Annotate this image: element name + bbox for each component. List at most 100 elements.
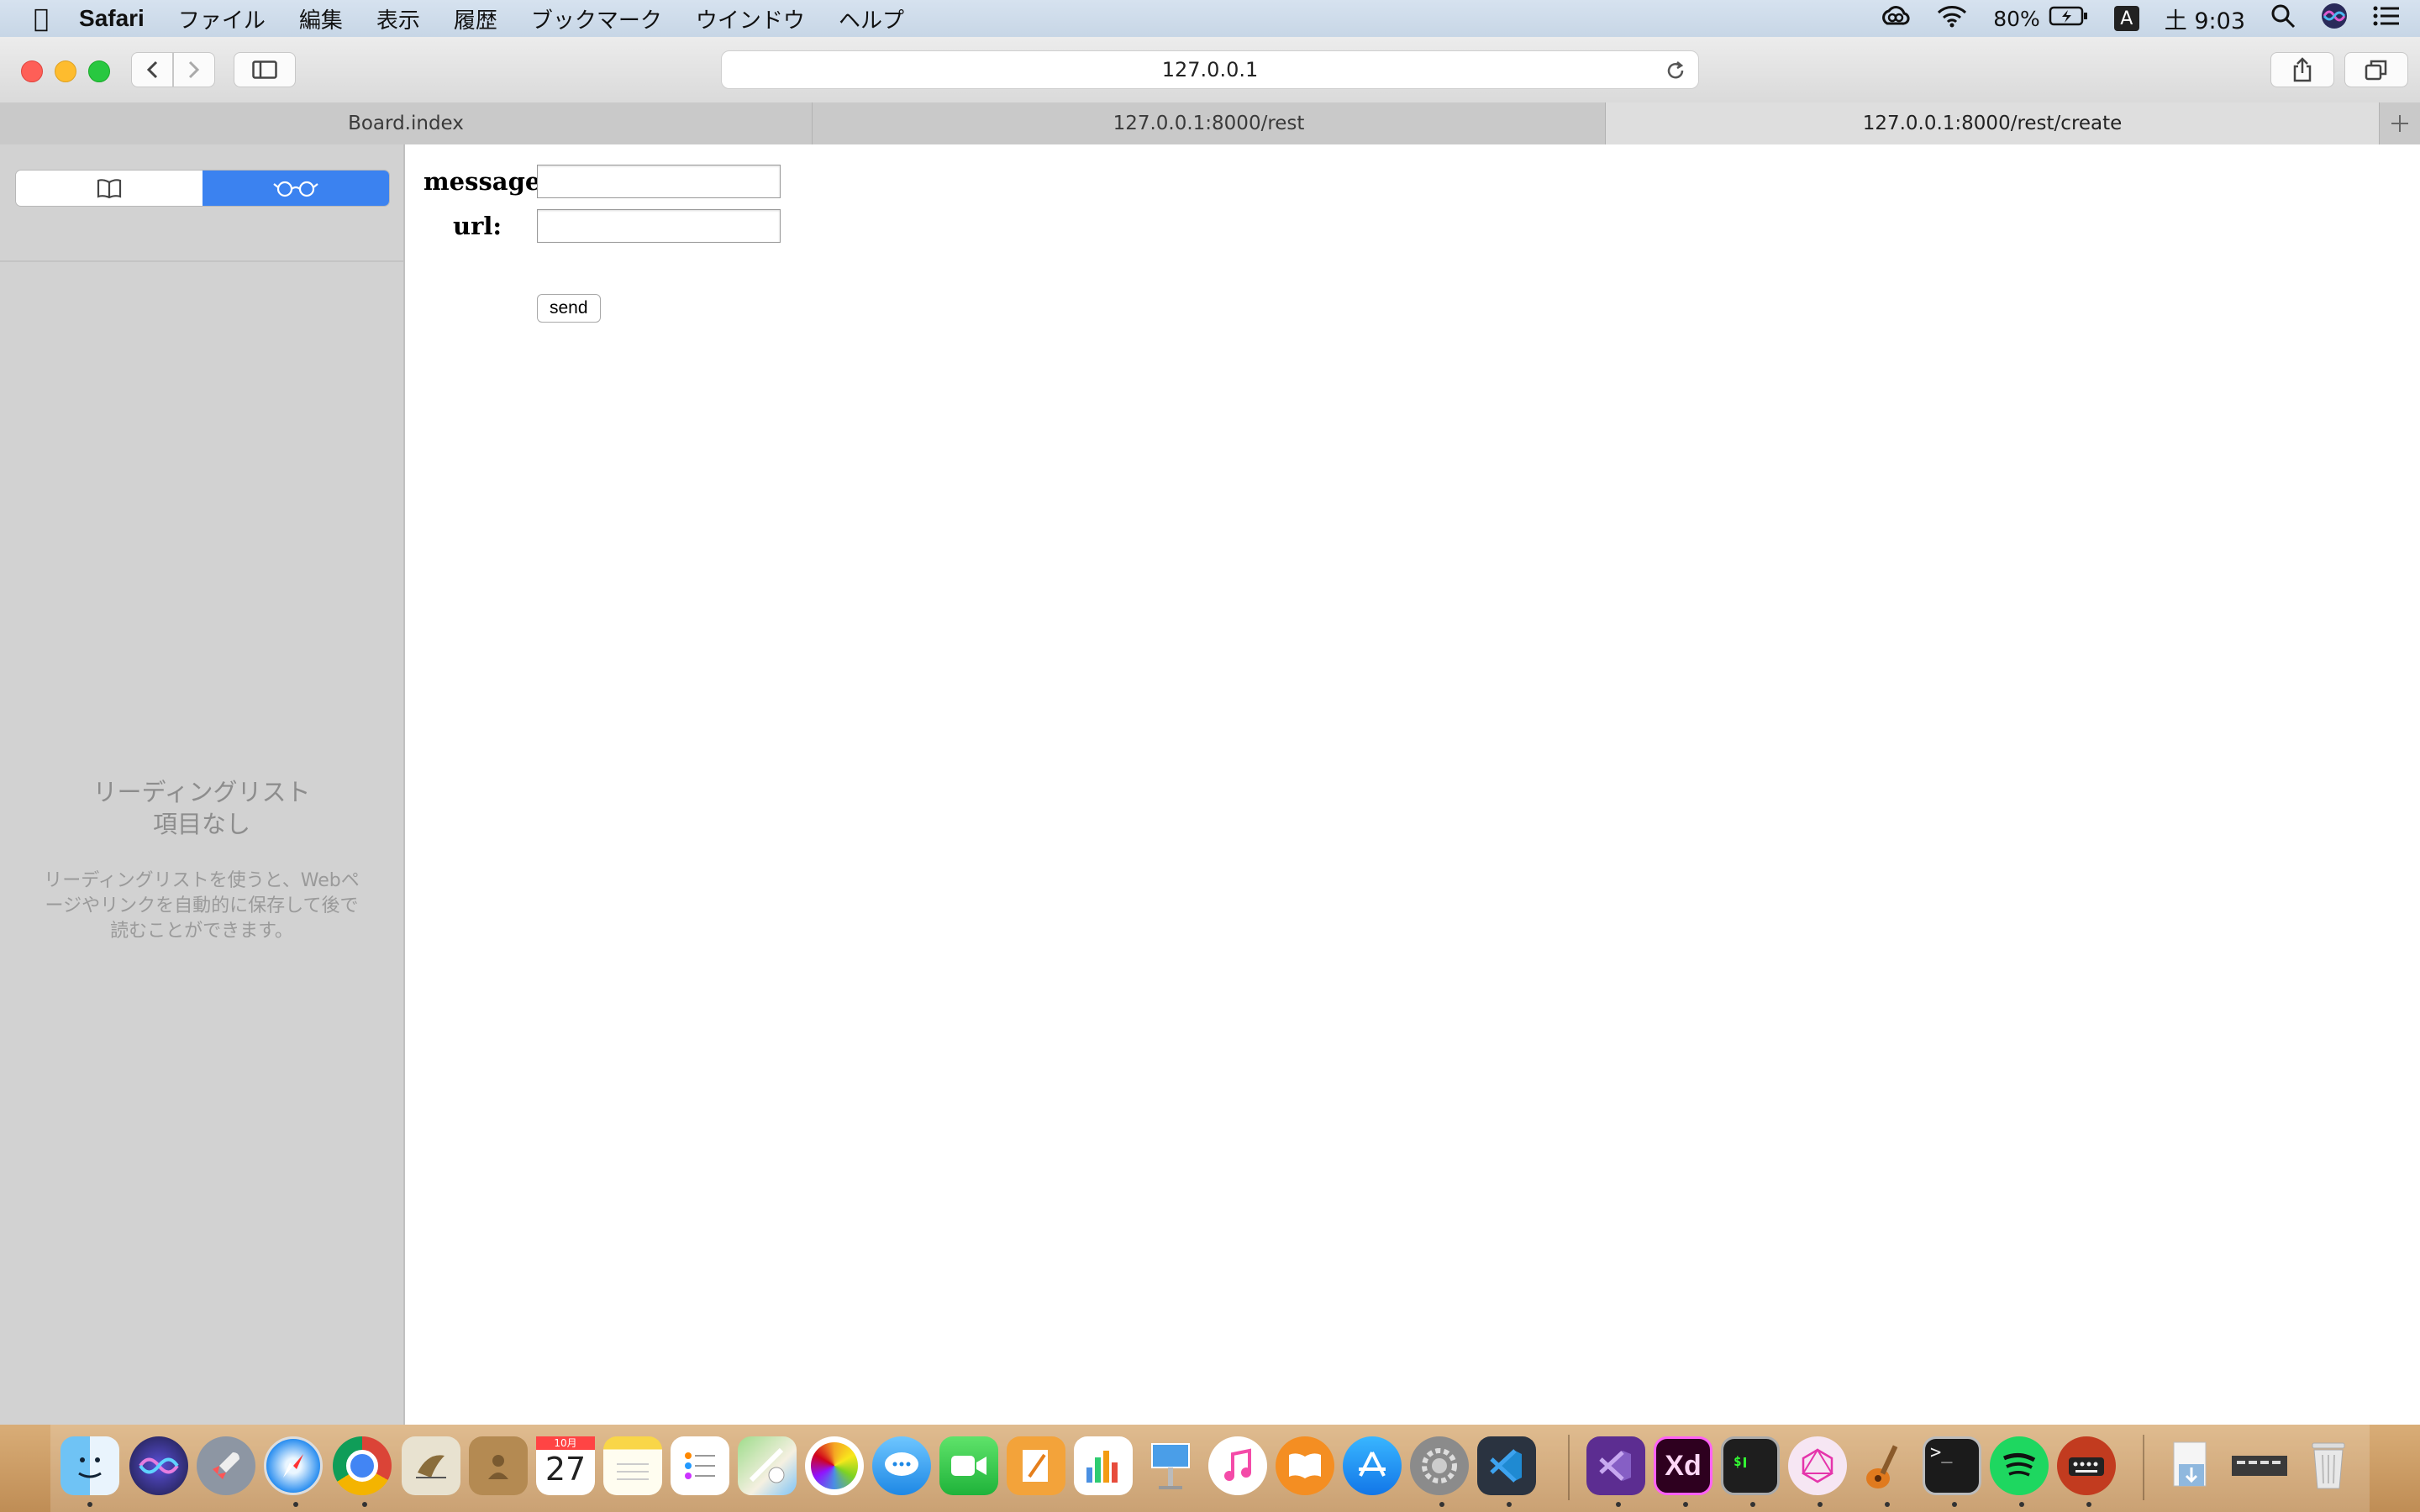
menu-bookmarks[interactable]: ブックマーク (531, 3, 662, 34)
running-indicator (1952, 1502, 1957, 1507)
running-indicator (2019, 1502, 2024, 1507)
facetime-icon[interactable] (939, 1436, 998, 1495)
new-tab-button[interactable] (2380, 102, 2420, 144)
svg-text:$: $ (1733, 1453, 1742, 1469)
trash-icon[interactable] (2299, 1436, 2358, 1495)
downloads-folder-icon[interactable] (2163, 1436, 2222, 1495)
maps-icon[interactable] (738, 1436, 797, 1495)
bookmarks-segment[interactable] (16, 171, 203, 206)
message-input[interactable] (537, 165, 781, 198)
menu-edit[interactable]: 編集 (299, 3, 343, 34)
notes-icon[interactable] (603, 1436, 662, 1495)
menu-view[interactable]: 表示 (376, 3, 420, 34)
pages-icon[interactable] (1007, 1436, 1065, 1495)
reading-list-empty-title: リーディングリスト 項目なし (0, 776, 403, 840)
calendar-icon[interactable]: 10月 27 (536, 1436, 595, 1495)
send-button[interactable]: send (537, 294, 601, 323)
menu-history[interactable]: 履歴 (454, 3, 497, 34)
itunes-icon[interactable] (1208, 1436, 1267, 1495)
spotify-icon[interactable] (1990, 1436, 2049, 1495)
menu-file[interactable]: ファイル (178, 3, 266, 34)
documents-stack-icon[interactable] (2230, 1436, 2289, 1495)
spotlight-search-icon[interactable] (2270, 3, 2296, 34)
app-store-icon[interactable] (1343, 1436, 1402, 1495)
xd-label: Xd (1665, 1449, 1702, 1482)
contacts-icon[interactable] (469, 1436, 528, 1495)
chevron-right-icon (188, 60, 200, 79)
numbers-icon[interactable] (1074, 1436, 1133, 1495)
clock[interactable]: 土 9:03 (2165, 3, 2245, 35)
zoom-window-button[interactable] (88, 60, 110, 82)
message-label: message: (424, 167, 550, 196)
wifi-icon[interactable] (1936, 4, 1968, 34)
tab-bar: Board.index 127.0.0.1:8000/rest 127.0.0.… (0, 102, 2420, 145)
running-indicator (362, 1502, 367, 1507)
reading-list-segment[interactable] (203, 171, 389, 206)
finder-icon[interactable] (60, 1436, 119, 1495)
books-icon[interactable] (1276, 1436, 1334, 1495)
sidebar-segmented-control (15, 170, 390, 207)
reminders-icon[interactable] (671, 1436, 729, 1495)
dock-separator (1568, 1435, 1570, 1500)
safari-icon[interactable] (264, 1436, 323, 1495)
running-indicator (2086, 1502, 2091, 1507)
menu-bar:  Safari ファイル 編集 表示 履歴 ブックマーク ウインドウ ヘルプ … (0, 0, 2420, 37)
input-mode-indicator[interactable]: A (2113, 6, 2139, 31)
tab-label: 127.0.0.1:8000/rest/create (1862, 113, 2123, 134)
adobe-xd-icon[interactable]: Xd (1654, 1436, 1712, 1495)
photos-icon[interactable] (805, 1436, 864, 1495)
visual-studio-icon[interactable] (1586, 1436, 1645, 1495)
forward-button[interactable] (173, 52, 215, 87)
messages-icon[interactable] (872, 1436, 931, 1495)
reload-icon[interactable] (1665, 60, 1686, 81)
chevron-left-icon (146, 60, 158, 79)
running-indicator (1507, 1502, 1512, 1507)
keynote-icon[interactable] (1141, 1436, 1200, 1495)
empty-title-line1: リーディングリスト (92, 778, 311, 806)
back-button[interactable] (131, 52, 173, 87)
tabs-icon (2365, 60, 2387, 81)
battery-icon[interactable] (2049, 5, 2089, 33)
menu-window[interactable]: ウインドウ (696, 3, 805, 34)
apple-icon[interactable]:  (34, 4, 49, 34)
garageband-icon[interactable] (1855, 1436, 1914, 1495)
mail-icon[interactable] (402, 1436, 460, 1495)
menu-help[interactable]: ヘルプ (839, 3, 904, 34)
tab-rest-create[interactable]: 127.0.0.1:8000/rest/create (1606, 102, 2380, 144)
url-input[interactable] (537, 209, 781, 243)
system-preferences-icon[interactable] (1410, 1436, 1469, 1495)
chrome-icon[interactable] (333, 1436, 392, 1495)
notification-center-icon[interactable] (2373, 5, 2400, 33)
running-indicator (293, 1502, 298, 1507)
siri-icon[interactable] (2321, 3, 2348, 35)
page-content: message: url: send (405, 144, 2420, 1425)
close-window-button[interactable] (21, 60, 43, 82)
terminal-icon[interactable]: >_ (1923, 1436, 1981, 1495)
graphql-icon[interactable] (1788, 1436, 1847, 1495)
safari-window: 127.0.0.1 Board.index 127.0.0.1:8000/res… (0, 37, 2420, 1425)
siri-app-icon[interactable] (129, 1436, 188, 1495)
reading-list-empty-description: リーディングリストを使うと、Webページやリンクを自動的に保存して後で読むことが… (44, 870, 360, 942)
tab-overview-button[interactable] (2344, 52, 2408, 87)
launchpad-icon[interactable] (197, 1436, 255, 1495)
minimize-window-button[interactable] (55, 60, 76, 82)
sidebar-toggle-button[interactable] (234, 52, 296, 87)
share-button[interactable] (2270, 52, 2334, 87)
sidebar-icon (252, 60, 277, 79)
tab-rest[interactable]: 127.0.0.1:8000/rest (813, 102, 1606, 144)
running-indicator (1885, 1502, 1890, 1507)
menu-app-name[interactable]: Safari (79, 5, 145, 32)
url-label: url: (453, 212, 502, 240)
iterm-icon[interactable]: $ (1721, 1436, 1780, 1495)
empty-title-line2: 項目なし (152, 810, 250, 838)
sidebar-divider (0, 260, 403, 262)
address-bar[interactable]: 127.0.0.1 (721, 50, 1699, 89)
typewriter-app-icon[interactable] (2057, 1436, 2116, 1495)
glasses-icon (273, 181, 318, 197)
tab-board-index[interactable]: Board.index (0, 102, 813, 144)
creative-cloud-icon[interactable] (1879, 5, 1911, 33)
running-indicator (1439, 1502, 1444, 1507)
book-icon (97, 179, 122, 199)
vscode-icon[interactable] (1477, 1436, 1536, 1495)
calendar-month: 10月 (536, 1436, 595, 1450)
